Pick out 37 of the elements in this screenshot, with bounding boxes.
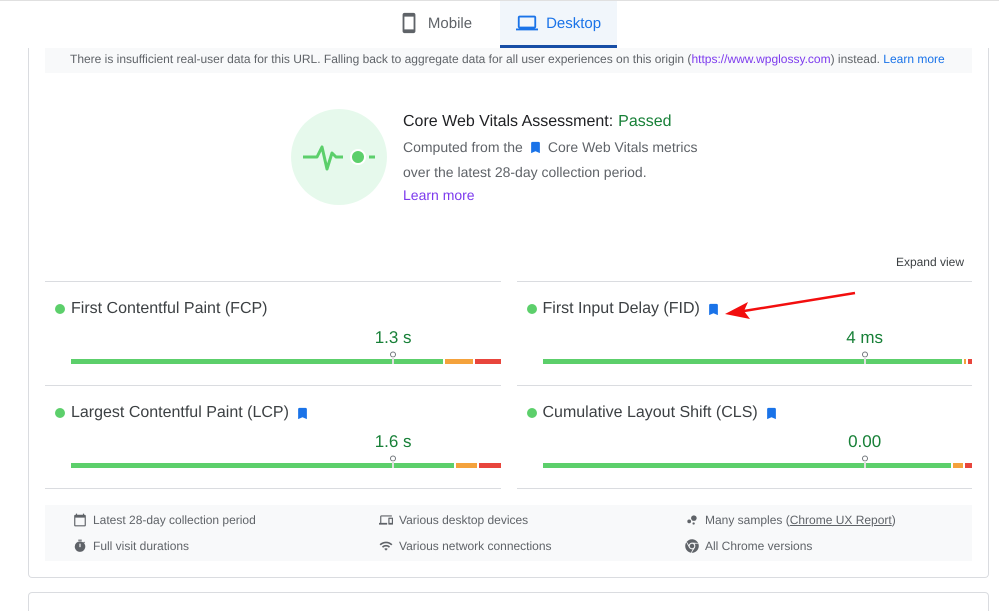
metrics-link[interactable]: Core Web Vitals metrics	[548, 137, 698, 158]
learn-more-link[interactable]: Learn more	[883, 52, 945, 66]
devices-icon	[379, 513, 393, 527]
status-dot	[526, 408, 536, 418]
info-text: Latest 28-day collection period	[93, 513, 256, 527]
assessment-title: Core Web Vitals Assessment:	[403, 112, 614, 132]
notice-text: There is insufficient real-user data for this URL. Falling back to aggregate data for all user experiences on this origin (https://www.wpglossy.com) instead. Learn more	[45, 48, 972, 73]
learn-more-link[interactable]: Learn more	[403, 187, 475, 203]
assessment-result: Passed	[618, 112, 672, 132]
assessment-text: over the latest 28-day collection period.	[403, 163, 647, 182]
metric-value: 4 ms	[846, 328, 884, 348]
status-dot	[55, 408, 65, 418]
info-text: Full visit durations	[93, 539, 190, 553]
expand-view-button[interactable]: Expand view	[896, 255, 964, 269]
signal-icon	[379, 539, 393, 553]
dots-icon	[685, 513, 699, 527]
timer-icon	[73, 539, 87, 553]
info-text: Various network connections	[399, 539, 552, 553]
status-dot	[55, 304, 65, 314]
metric-name: Largest Contentful Paint (LCP)	[71, 404, 289, 422]
metric-name: Cumulative Layout Shift (CLS)	[542, 404, 758, 422]
metric-value: 1.6 s	[374, 432, 412, 452]
device-tab[interactable]: Desktop	[500, 1, 618, 48]
info-text: Various desktop devices	[399, 513, 528, 527]
info-text: All Chrome versions	[705, 539, 812, 553]
metric-value: 0.00	[848, 432, 882, 452]
assessment-text: Computed from the	[403, 138, 523, 157]
metric-name: First Input Delay (FID)	[542, 300, 700, 318]
metric-value: 1.3 s	[374, 328, 412, 348]
status-dot	[526, 304, 536, 314]
info-text: Many samples (Chrome UX Report)	[705, 513, 896, 527]
device-tab[interactable]: Mobile	[382, 1, 488, 48]
calendar-icon	[73, 513, 87, 527]
metric-name: First Contentful Paint (FCP)	[71, 300, 268, 318]
browser-icon	[685, 539, 699, 553]
report-link[interactable]: Chrome UX Report	[790, 513, 892, 527]
origin-link[interactable]: https://www.wpglossy.com	[691, 52, 831, 66]
